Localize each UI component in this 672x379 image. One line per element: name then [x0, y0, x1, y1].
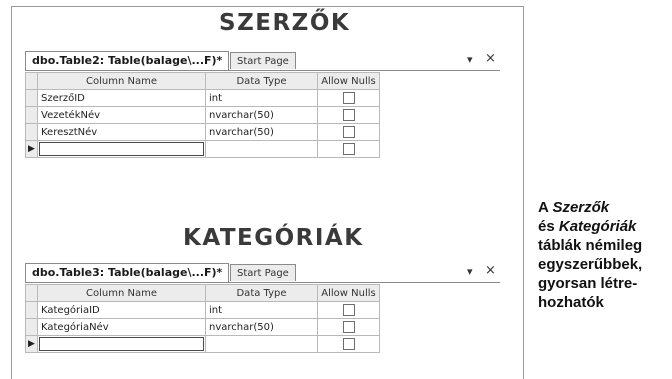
column-name-cell[interactable]: KategóriaID: [37, 301, 206, 319]
column-header-nulls: Allow Nulls: [317, 284, 380, 302]
caption-line: hozhatók: [538, 294, 604, 311]
caption-line: gyorsan létre-: [538, 275, 638, 292]
column-name-cell[interactable]: [37, 140, 206, 158]
table-row[interactable]: KategóriaID int: [25, 301, 380, 319]
section-title-szerzok: SZERZŐK: [219, 10, 351, 36]
column-name-cell[interactable]: VezetékNév: [37, 106, 206, 124]
grid-header-row: Column Name Data Type Allow Nulls: [25, 72, 380, 90]
new-row[interactable]: ▶: [25, 140, 380, 158]
allow-nulls-cell: [317, 318, 380, 336]
chevron-down-icon[interactable]: ▾: [467, 265, 473, 278]
figure-caption: A Szerzők és Kategóriák táblák némileg e…: [538, 198, 670, 312]
column-header-name: Column Name: [37, 72, 206, 90]
close-icon[interactable]: ×: [485, 51, 496, 66]
caption-text: A: [538, 199, 553, 216]
document-tabbar: dbo.Table2: Table(balage\...F)* Start Pa…: [25, 51, 500, 71]
tab-table2[interactable]: dbo.Table2: Table(balage\...F)*: [25, 51, 230, 70]
column-name-cell[interactable]: KategóriaNév: [37, 318, 206, 336]
allow-nulls-cell: [317, 140, 380, 158]
column-header-type: Data Type: [205, 284, 318, 302]
allow-nulls-cell: [317, 106, 380, 124]
allow-nulls-checkbox[interactable]: [342, 321, 355, 333]
document-tabbar: dbo.Table3: Table(balage\...F)* Start Pa…: [25, 263, 500, 283]
row-selector-header: [25, 284, 38, 302]
caption-italic-text: Kategóriák: [558, 218, 637, 235]
data-type-cell[interactable]: [205, 335, 318, 353]
caption-line: egyszerűbbek,: [538, 256, 643, 273]
chevron-down-icon[interactable]: ▾: [467, 53, 473, 66]
new-row[interactable]: ▶: [25, 335, 380, 353]
allow-nulls-cell: [317, 123, 380, 141]
caption-text: és: [538, 218, 559, 235]
row-selector-header: [25, 72, 38, 90]
allow-nulls-cell: [317, 335, 380, 353]
row-selector[interactable]: [25, 89, 38, 107]
row-selector[interactable]: [25, 106, 38, 124]
data-type-cell[interactable]: int: [205, 301, 318, 319]
tab-table3[interactable]: dbo.Table3: Table(balage\...F)*: [25, 263, 230, 282]
row-selector[interactable]: [25, 301, 38, 319]
allow-nulls-checkbox[interactable]: [342, 304, 355, 316]
caption-line: és Kategóriák: [538, 217, 670, 236]
allow-nulls-checkbox[interactable]: [342, 126, 355, 138]
tab-start-page[interactable]: Start Page: [230, 264, 296, 281]
caption-italic-text: Szerzők: [552, 199, 610, 216]
allow-nulls-checkbox[interactable]: [342, 109, 355, 121]
allow-nulls-checkbox[interactable]: [342, 92, 355, 104]
section-title-kategoriak: KATEGÓRIÁK: [183, 225, 364, 251]
column-name-cell[interactable]: KeresztNév: [37, 123, 206, 141]
row-selector[interactable]: [25, 318, 38, 336]
close-icon[interactable]: ×: [485, 263, 496, 278]
column-grid: Column Name Data Type Allow Nulls Szerző…: [25, 72, 380, 158]
table-row[interactable]: VezetékNév nvarchar(50): [25, 106, 380, 124]
table-row[interactable]: KeresztNév nvarchar(50): [25, 123, 380, 141]
data-type-cell[interactable]: [205, 140, 318, 158]
allow-nulls-cell: [317, 89, 380, 107]
table-row[interactable]: KategóriaNév nvarchar(50): [25, 318, 380, 336]
current-row-indicator-icon: ▶: [25, 140, 38, 158]
column-header-type: Data Type: [205, 72, 318, 90]
column-name-cell[interactable]: SzerzőID: [37, 89, 206, 107]
data-type-cell[interactable]: int: [205, 89, 318, 107]
new-column-name-input[interactable]: [39, 337, 204, 351]
tab-start-page[interactable]: Start Page: [230, 52, 296, 69]
column-grid: Column Name Data Type Allow Nulls Kategó…: [25, 284, 380, 353]
caption-line: táblák némileg: [538, 237, 643, 254]
caption-line: A Szerzők: [538, 198, 670, 217]
allow-nulls-checkbox[interactable]: [342, 143, 355, 155]
grid-header-row: Column Name Data Type Allow Nulls: [25, 284, 380, 302]
current-row-indicator-icon: ▶: [25, 335, 38, 353]
allow-nulls-checkbox[interactable]: [342, 338, 355, 350]
new-column-name-input[interactable]: [39, 142, 204, 156]
column-header-nulls: Allow Nulls: [317, 72, 380, 90]
data-type-cell[interactable]: nvarchar(50): [205, 318, 318, 336]
allow-nulls-cell: [317, 301, 380, 319]
table-row[interactable]: SzerzőID int: [25, 89, 380, 107]
column-name-cell[interactable]: [37, 335, 206, 353]
data-type-cell[interactable]: nvarchar(50): [205, 106, 318, 124]
row-selector[interactable]: [25, 123, 38, 141]
column-header-name: Column Name: [37, 284, 206, 302]
data-type-cell[interactable]: nvarchar(50): [205, 123, 318, 141]
